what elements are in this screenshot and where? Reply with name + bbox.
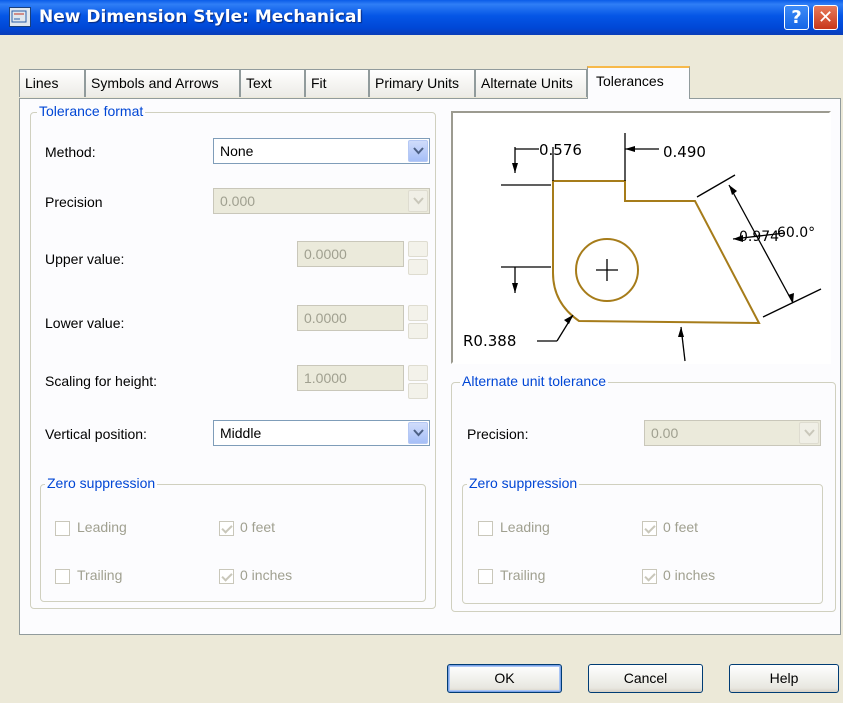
- spin-down-icon[interactable]: [408, 259, 428, 275]
- spin-down-icon[interactable]: [408, 383, 428, 399]
- inches-checkbox[interactable]: [219, 569, 234, 584]
- upper-value-text: 0.0000: [304, 246, 347, 262]
- scaling-input[interactable]: 1.0000: [297, 365, 404, 391]
- method-label: Method:: [45, 144, 96, 160]
- tab-text[interactable]: Text: [240, 69, 305, 97]
- scaling-spinner[interactable]: [408, 365, 428, 399]
- tab-fit[interactable]: Fit: [305, 69, 369, 97]
- spin-up-icon[interactable]: [408, 365, 428, 381]
- dim-0490: 0.490: [663, 143, 706, 161]
- trailing-checkbox[interactable]: [55, 569, 70, 584]
- preview-drawing: 0.576 0.490 60.0° 0.974 R0.388: [463, 133, 822, 362]
- lower-value-input[interactable]: 0.0000: [297, 305, 404, 331]
- upper-value-label: Upper value:: [45, 251, 125, 267]
- alt-precision-label: Precision:: [467, 426, 529, 442]
- inches-label: 0 inches: [240, 567, 293, 583]
- upper-value-input[interactable]: 0.0000: [297, 241, 404, 267]
- close-button[interactable]: ✕: [813, 5, 838, 30]
- upper-value-spinner[interactable]: [408, 241, 428, 275]
- scaling-label: Scaling for height:: [45, 373, 158, 389]
- alt-inches-checkbox[interactable]: [642, 569, 657, 584]
- tab-alternate-units[interactable]: Alternate Units: [475, 69, 587, 97]
- spin-up-icon[interactable]: [408, 241, 428, 257]
- method-dropdown[interactable]: None: [213, 138, 430, 164]
- ok-button[interactable]: OK: [447, 664, 562, 693]
- alt-zero-suppression-group: Zero suppression: [462, 475, 823, 604]
- alt-trailing-label: Trailing: [500, 567, 546, 583]
- dim-radius: R0.388: [463, 332, 516, 350]
- tab-lines[interactable]: Lines: [19, 69, 85, 97]
- lower-value-label: Lower value:: [45, 315, 125, 331]
- dimension-style-icon: [9, 7, 31, 27]
- vertical-position-value: Middle: [220, 425, 262, 441]
- lower-value-text: 0.0000: [304, 310, 347, 326]
- alternate-unit-tolerance-legend: Alternate unit tolerance: [460, 373, 608, 389]
- leading-checkbox[interactable]: [55, 521, 70, 536]
- tolerance-format-legend: Tolerance format: [37, 103, 146, 119]
- scaling-value-text: 1.0000: [304, 370, 347, 386]
- chevron-down-icon[interactable]: [408, 190, 428, 212]
- alt-trailing-checkbox[interactable]: [478, 569, 493, 584]
- dim-0576: 0.576: [539, 141, 582, 159]
- dialog-window: New Dimension Style: Mechanical ? ✕ Line…: [0, 0, 843, 703]
- alt-inches-label: 0 inches: [663, 567, 716, 583]
- dimension-preview: 0.576 0.490 60.0° 0.974 R0.388: [451, 111, 831, 364]
- help-button[interactable]: Help: [729, 664, 839, 693]
- alt-leading-label: Leading: [500, 519, 550, 535]
- alt-leading-checkbox[interactable]: [478, 521, 493, 536]
- spin-down-icon[interactable]: [408, 323, 428, 339]
- chevron-down-icon[interactable]: [408, 422, 428, 444]
- lower-value-spinner[interactable]: [408, 305, 428, 339]
- alt-feet-label: 0 feet: [663, 519, 699, 535]
- title-help-button[interactable]: ?: [784, 5, 809, 30]
- dim-0974: 0.974: [739, 229, 779, 245]
- tab-primary-units[interactable]: Primary Units: [369, 69, 475, 97]
- trailing-label: Trailing: [77, 567, 123, 583]
- alt-precision-dropdown[interactable]: 0.00: [644, 420, 821, 446]
- zero-suppression-legend: Zero suppression: [45, 475, 158, 491]
- part-outline: [552, 180, 761, 325]
- spin-up-icon[interactable]: [408, 305, 428, 321]
- tab-tolerances[interactable]: Tolerances: [587, 66, 690, 99]
- alt-feet-checkbox[interactable]: [642, 521, 657, 536]
- zero-suppression-group: Zero suppression: [40, 475, 426, 602]
- chevron-down-icon[interactable]: [799, 422, 819, 444]
- precision-dropdown[interactable]: 0.000: [213, 188, 430, 214]
- vertical-position-label: Vertical position:: [45, 426, 147, 442]
- chevron-down-icon[interactable]: [408, 140, 428, 162]
- feet-label: 0 feet: [240, 519, 276, 535]
- cancel-button[interactable]: Cancel: [588, 664, 703, 693]
- dim-angle: 60.0°: [777, 225, 815, 241]
- alt-zero-suppression-legend: Zero suppression: [467, 475, 580, 491]
- tab-symbols-and-arrows[interactable]: Symbols and Arrows: [85, 69, 240, 97]
- method-value: None: [220, 143, 254, 159]
- feet-checkbox[interactable]: [219, 521, 234, 536]
- leading-label: Leading: [77, 519, 127, 535]
- precision-value: 0.000: [220, 193, 256, 209]
- alt-precision-value: 0.00: [651, 425, 679, 441]
- precision-label: Precision: [45, 194, 103, 210]
- vertical-position-dropdown[interactable]: Middle: [213, 420, 430, 446]
- title-bar[interactable]: New Dimension Style: Mechanical ? ✕: [0, 0, 843, 35]
- window-title: New Dimension Style: Mechanical: [39, 7, 363, 27]
